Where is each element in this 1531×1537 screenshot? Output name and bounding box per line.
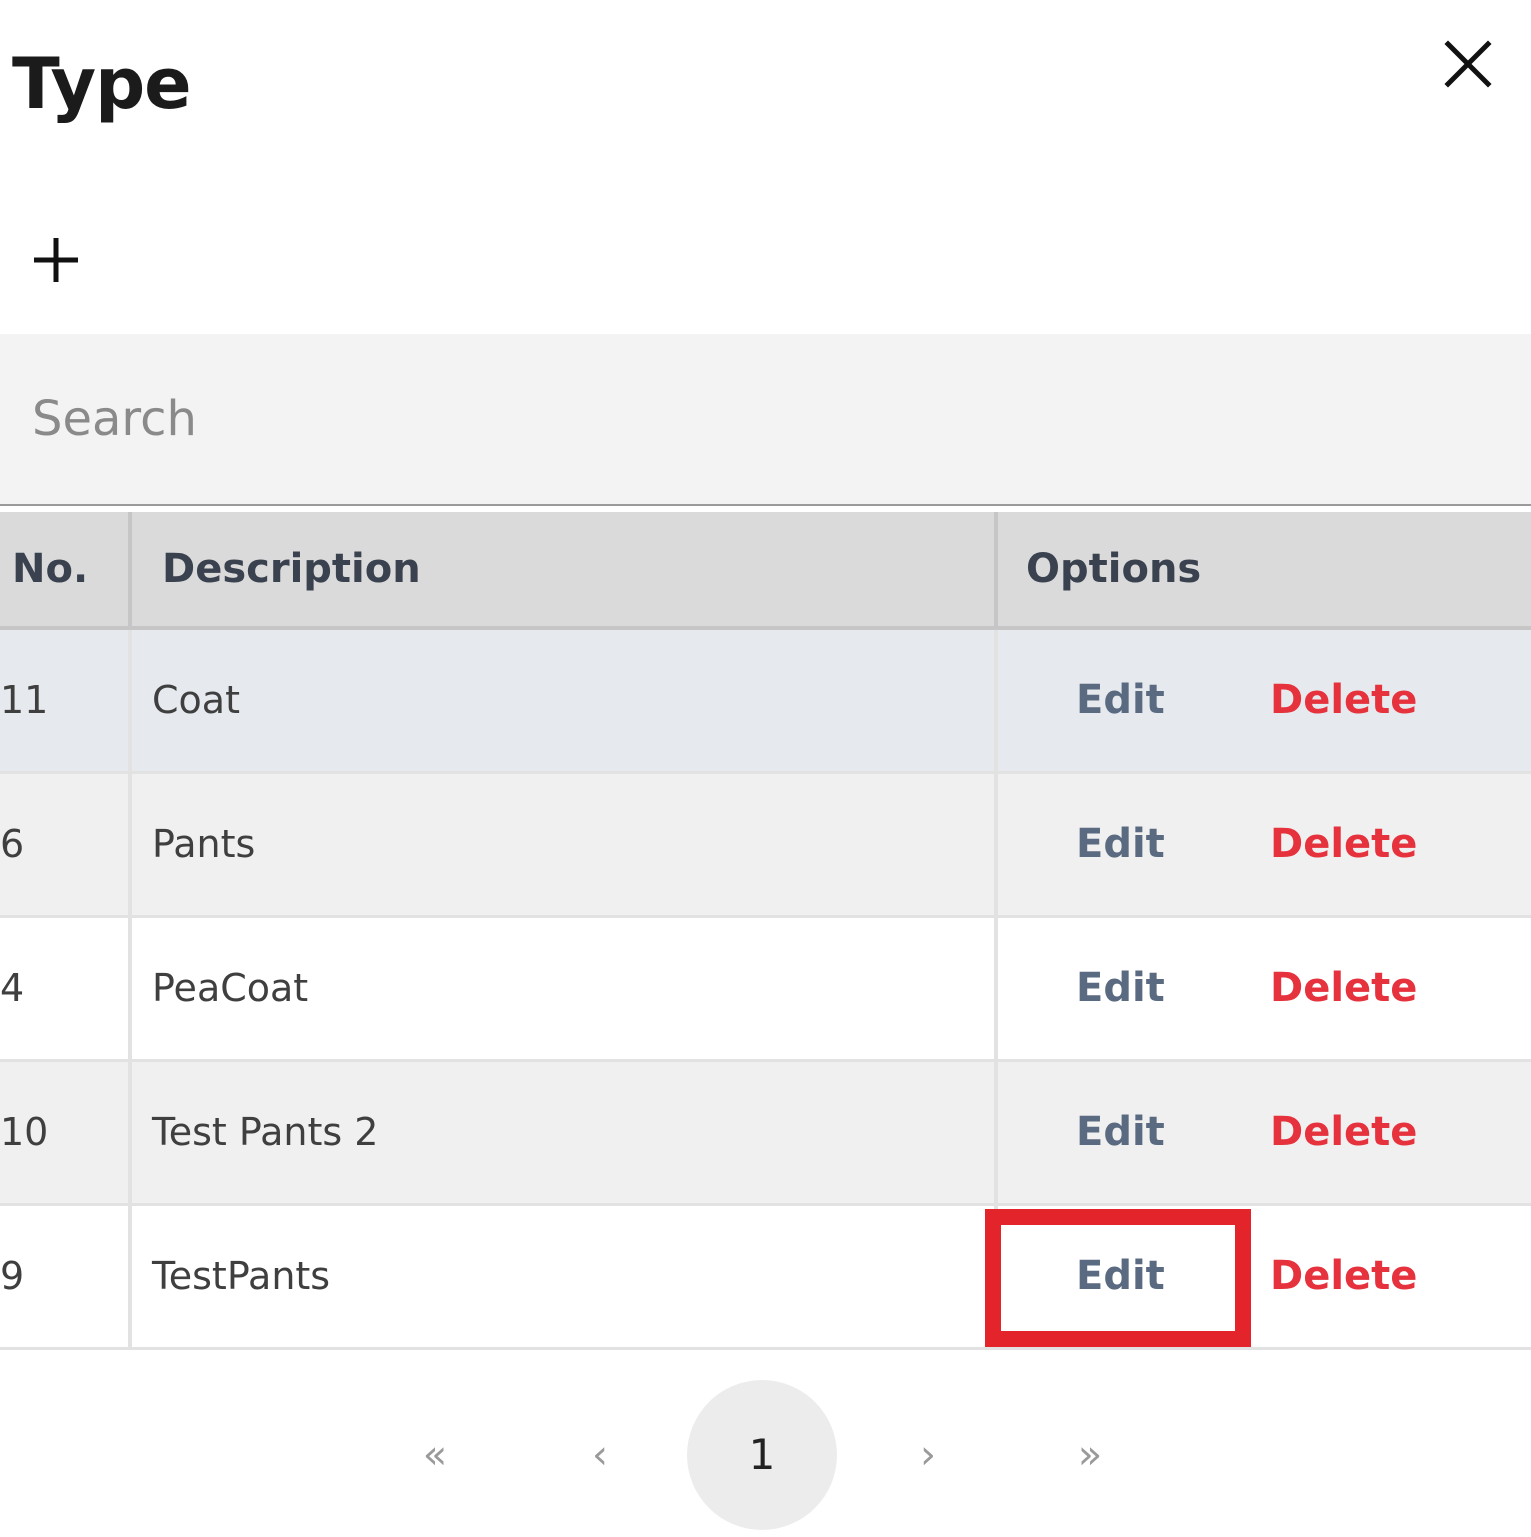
delete-button[interactable]: Delete (1270, 1253, 1417, 1299)
plus-icon (34, 238, 78, 282)
cell-no: 9 (0, 1204, 132, 1350)
pagination: « ‹ 1 › » (0, 1380, 1531, 1530)
cell-description: Coat (130, 628, 998, 774)
edit-button[interactable]: Edit (1076, 1109, 1165, 1155)
cell-options: Edit Delete (996, 628, 1531, 774)
cell-no: 11 (0, 628, 132, 774)
cell-options: Edit Delete (996, 916, 1531, 1062)
cell-options: Edit Delete (996, 1204, 1531, 1350)
last-page-button[interactable]: » (1055, 1380, 1125, 1530)
type-table: No. Description Options 11 Coat Edit Del… (0, 512, 1531, 1350)
delete-button[interactable]: Delete (1270, 1109, 1417, 1155)
dialog-title: Type (12, 43, 192, 125)
cell-description: PeaCoat (130, 916, 998, 1062)
table-row: 6 Pants Edit Delete (0, 772, 1531, 918)
cell-options: Edit Delete (996, 772, 1531, 918)
column-header-no[interactable]: No. (0, 512, 132, 630)
first-page-button[interactable]: « (400, 1380, 470, 1530)
next-page-button[interactable]: › (893, 1380, 963, 1530)
previous-page-button[interactable]: ‹ (565, 1380, 635, 1530)
table-header-row: No. Description Options (0, 512, 1531, 630)
column-header-options: Options (996, 512, 1531, 630)
cell-description: TestPants (130, 1204, 998, 1350)
column-header-description[interactable]: Description (130, 512, 998, 630)
cell-no: 6 (0, 772, 132, 918)
delete-button[interactable]: Delete (1270, 677, 1417, 723)
current-page-button[interactable]: 1 (687, 1380, 837, 1530)
edit-button[interactable]: Edit (1076, 965, 1165, 1011)
delete-button[interactable]: Delete (1270, 821, 1417, 867)
cell-description: Pants (130, 772, 998, 918)
table-row: 11 Coat Edit Delete (0, 628, 1531, 774)
edit-button[interactable]: Edit (1076, 821, 1165, 867)
cell-no: 10 (0, 1060, 132, 1206)
close-icon (1444, 40, 1492, 88)
cell-options: Edit Delete (996, 1060, 1531, 1206)
type-dialog: Type No. Description Options 11 (0, 0, 1531, 1537)
delete-button[interactable]: Delete (1270, 965, 1417, 1011)
add-button[interactable] (26, 230, 86, 290)
search-input[interactable] (0, 334, 1531, 506)
close-button[interactable] (1438, 34, 1498, 94)
cell-description: Test Pants 2 (130, 1060, 998, 1206)
table-row: 4 PeaCoat Edit Delete (0, 916, 1531, 1062)
table-row: 9 TestPants Edit Delete (0, 1204, 1531, 1350)
table-row: 10 Test Pants 2 Edit Delete (0, 1060, 1531, 1206)
edit-button[interactable]: Edit (1076, 1253, 1165, 1299)
cell-no: 4 (0, 916, 132, 1062)
edit-button[interactable]: Edit (1076, 677, 1165, 723)
